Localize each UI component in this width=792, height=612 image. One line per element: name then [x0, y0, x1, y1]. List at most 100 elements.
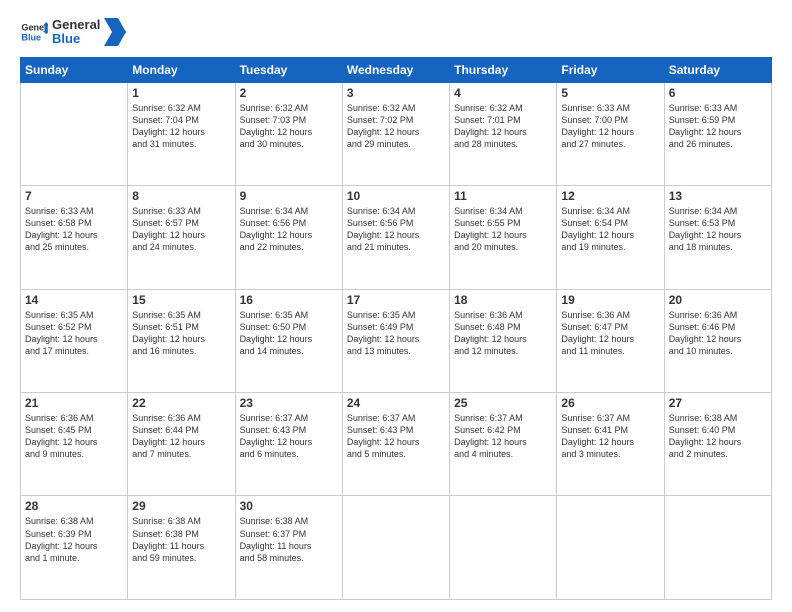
day-number: 13 [669, 189, 767, 203]
cell-sun-info: Sunrise: 6:32 AM Sunset: 7:02 PM Dayligh… [347, 102, 445, 151]
calendar-cell [664, 496, 771, 600]
calendar-week-row: 1Sunrise: 6:32 AM Sunset: 7:04 PM Daylig… [21, 82, 772, 185]
calendar-cell: 14 Sunrise: 6:35 AM Sunset: 6:52 PM Dayli… [21, 289, 128, 392]
day-number: 4 [454, 86, 552, 100]
calendar-cell [342, 496, 449, 600]
calendar-week-row: 21Sunrise: 6:36 AM Sunset: 6:45 PM Dayli… [21, 393, 772, 496]
calendar-cell: 24 Sunrise: 6:37 AM Sunset: 6:43 PM Dayli… [342, 393, 449, 496]
day-number: 20 [669, 293, 767, 307]
cell-sun-info: Sunrise: 6:36 AM Sunset: 6:45 PM Dayligh… [25, 412, 123, 461]
weekday-header-saturday: Saturday [664, 57, 771, 82]
day-number: 23 [240, 396, 338, 410]
day-number: 17 [347, 293, 445, 307]
day-number: 27 [669, 396, 767, 410]
cell-sun-info: Sunrise: 6:32 AM Sunset: 7:01 PM Dayligh… [454, 102, 552, 151]
cell-sun-info: Sunrise: 6:36 AM Sunset: 6:46 PM Dayligh… [669, 309, 767, 358]
cell-sun-info: Sunrise: 6:37 AM Sunset: 6:41 PM Dayligh… [561, 412, 659, 461]
logo: General Blue General Blue [20, 18, 126, 47]
logo-blue: Blue [52, 32, 100, 46]
day-number: 5 [561, 86, 659, 100]
calendar-cell: 30Sunrise: 6:38 AM Sunset: 6:37 PM Dayli… [235, 496, 342, 600]
cell-sun-info: Sunrise: 6:33 AM Sunset: 7:00 PM Dayligh… [561, 102, 659, 151]
cell-sun-info: Sunrise: 6:35 AM Sunset: 6:49 PM Dayligh… [347, 309, 445, 358]
calendar-cell: 21Sunrise: 6:36 AM Sunset: 6:45 PM Dayli… [21, 393, 128, 496]
day-number: 7 [25, 189, 123, 203]
calendar-cell: 2 Sunrise: 6:32 AM Sunset: 7:03 PM Daylig… [235, 82, 342, 185]
day-number: 3 [347, 86, 445, 100]
day-number: 15 [132, 293, 230, 307]
calendar-cell: 4 Sunrise: 6:32 AM Sunset: 7:01 PM Daylig… [450, 82, 557, 185]
calendar-cell: 17 Sunrise: 6:35 AM Sunset: 6:49 PM Dayli… [342, 289, 449, 392]
calendar-cell: 22 Sunrise: 6:36 AM Sunset: 6:44 PM Dayli… [128, 393, 235, 496]
calendar-cell: 18 Sunrise: 6:36 AM Sunset: 6:48 PM Dayli… [450, 289, 557, 392]
cell-sun-info: Sunrise: 6:35 AM Sunset: 6:50 PM Dayligh… [240, 309, 338, 358]
cell-sun-info: Sunrise: 6:34 AM Sunset: 6:54 PM Dayligh… [561, 205, 659, 254]
logo-arrow-icon [104, 18, 126, 46]
cell-sun-info: Sunrise: 6:33 AM Sunset: 6:57 PM Dayligh… [132, 205, 230, 254]
day-number: 19 [561, 293, 659, 307]
day-number: 22 [132, 396, 230, 410]
cell-sun-info: Sunrise: 6:37 AM Sunset: 6:42 PM Dayligh… [454, 412, 552, 461]
calendar-cell: 15 Sunrise: 6:35 AM Sunset: 6:51 PM Dayli… [128, 289, 235, 392]
day-number: 25 [454, 396, 552, 410]
calendar-table: SundayMondayTuesdayWednesdayThursdayFrid… [20, 57, 772, 600]
calendar-cell: 28Sunrise: 6:38 AM Sunset: 6:39 PM Dayli… [21, 496, 128, 600]
calendar-cell: 13Sunrise: 6:34 AM Sunset: 6:53 PM Dayli… [664, 186, 771, 289]
calendar-cell: 29Sunrise: 6:38 AM Sunset: 6:38 PM Dayli… [128, 496, 235, 600]
calendar-cell: 12Sunrise: 6:34 AM Sunset: 6:54 PM Dayli… [557, 186, 664, 289]
calendar-cell: 7Sunrise: 6:33 AM Sunset: 6:58 PM Daylig… [21, 186, 128, 289]
day-number: 28 [25, 499, 123, 513]
day-number: 9 [240, 189, 338, 203]
weekday-header-tuesday: Tuesday [235, 57, 342, 82]
svg-text:Blue: Blue [21, 33, 41, 43]
calendar-cell: 20 Sunrise: 6:36 AM Sunset: 6:46 PM Dayli… [664, 289, 771, 392]
weekday-header-wednesday: Wednesday [342, 57, 449, 82]
day-number: 14 [25, 293, 123, 307]
cell-sun-info: Sunrise: 6:34 AM Sunset: 6:56 PM Dayligh… [347, 205, 445, 254]
cell-sun-info: Sunrise: 6:36 AM Sunset: 6:47 PM Dayligh… [561, 309, 659, 358]
day-number: 6 [669, 86, 767, 100]
calendar-cell: 16Sunrise: 6:35 AM Sunset: 6:50 PM Dayli… [235, 289, 342, 392]
logo-general: General [52, 18, 100, 32]
day-number: 10 [347, 189, 445, 203]
calendar-cell: 10 Sunrise: 6:34 AM Sunset: 6:56 PM Dayli… [342, 186, 449, 289]
calendar-cell: 26 Sunrise: 6:37 AM Sunset: 6:41 PM Dayli… [557, 393, 664, 496]
calendar-cell: 27 Sunrise: 6:38 AM Sunset: 6:40 PM Dayli… [664, 393, 771, 496]
cell-sun-info: Sunrise: 6:34 AM Sunset: 6:55 PM Dayligh… [454, 205, 552, 254]
day-number: 18 [454, 293, 552, 307]
cell-sun-info: Sunrise: 6:35 AM Sunset: 6:52 PM Dayligh… [25, 309, 123, 358]
cell-sun-info: Sunrise: 6:38 AM Sunset: 6:38 PM Dayligh… [132, 515, 230, 564]
day-number: 2 [240, 86, 338, 100]
cell-sun-info: Sunrise: 6:37 AM Sunset: 6:43 PM Dayligh… [347, 412, 445, 461]
day-number: 24 [347, 396, 445, 410]
calendar-week-row: 14 Sunrise: 6:35 AM Sunset: 6:52 PM Dayli… [21, 289, 772, 392]
header: General Blue General Blue [20, 18, 772, 47]
calendar-cell: 1Sunrise: 6:32 AM Sunset: 7:04 PM Daylig… [128, 82, 235, 185]
day-number: 11 [454, 189, 552, 203]
weekday-header-thursday: Thursday [450, 57, 557, 82]
calendar-cell: 8 Sunrise: 6:33 AM Sunset: 6:57 PM Daylig… [128, 186, 235, 289]
day-number: 8 [132, 189, 230, 203]
page: General Blue General Blue SundayMondayTu… [0, 0, 792, 612]
cell-sun-info: Sunrise: 6:35 AM Sunset: 6:51 PM Dayligh… [132, 309, 230, 358]
calendar-cell: 6Sunrise: 6:33 AM Sunset: 6:59 PM Daylig… [664, 82, 771, 185]
cell-sun-info: Sunrise: 6:36 AM Sunset: 6:44 PM Dayligh… [132, 412, 230, 461]
calendar-cell: 11 Sunrise: 6:34 AM Sunset: 6:55 PM Dayli… [450, 186, 557, 289]
weekday-header-sunday: Sunday [21, 57, 128, 82]
cell-sun-info: Sunrise: 6:37 AM Sunset: 6:43 PM Dayligh… [240, 412, 338, 461]
cell-sun-info: Sunrise: 6:34 AM Sunset: 6:56 PM Dayligh… [240, 205, 338, 254]
cell-sun-info: Sunrise: 6:38 AM Sunset: 6:40 PM Dayligh… [669, 412, 767, 461]
calendar-cell: 19 Sunrise: 6:36 AM Sunset: 6:47 PM Dayli… [557, 289, 664, 392]
calendar-cell [21, 82, 128, 185]
weekday-header-monday: Monday [128, 57, 235, 82]
calendar-week-row: 7Sunrise: 6:33 AM Sunset: 6:58 PM Daylig… [21, 186, 772, 289]
cell-sun-info: Sunrise: 6:36 AM Sunset: 6:48 PM Dayligh… [454, 309, 552, 358]
logo-icon: General Blue [20, 18, 48, 46]
calendar-header-row: SundayMondayTuesdayWednesdayThursdayFrid… [21, 57, 772, 82]
calendar-cell: 25 Sunrise: 6:37 AM Sunset: 6:42 PM Dayli… [450, 393, 557, 496]
day-number: 30 [240, 499, 338, 513]
weekday-header-friday: Friday [557, 57, 664, 82]
cell-sun-info: Sunrise: 6:32 AM Sunset: 7:03 PM Dayligh… [240, 102, 338, 151]
day-number: 26 [561, 396, 659, 410]
calendar-cell: 23 Sunrise: 6:37 AM Sunset: 6:43 PM Dayli… [235, 393, 342, 496]
